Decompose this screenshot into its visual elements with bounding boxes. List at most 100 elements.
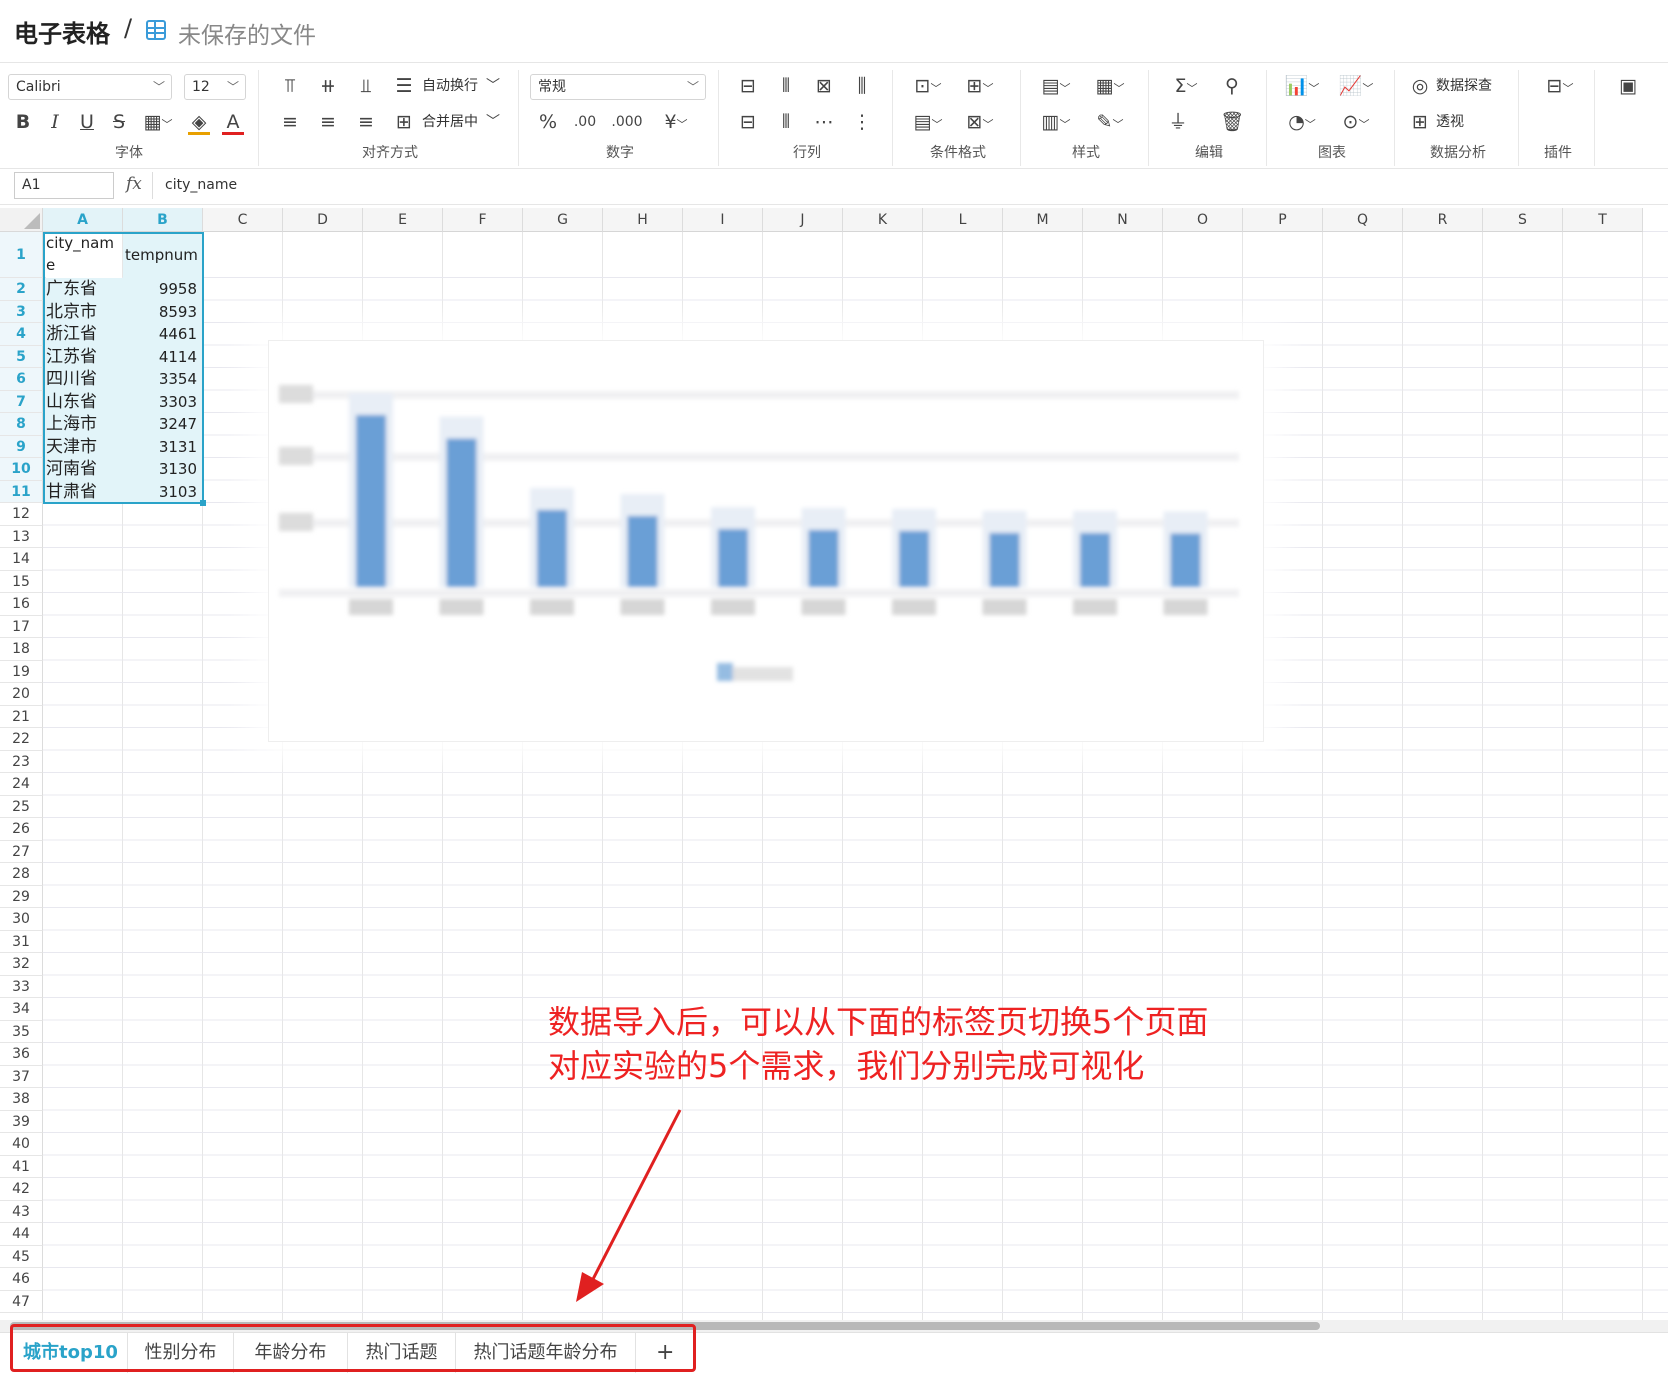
row-header-27[interactable]: 27 bbox=[0, 840, 43, 863]
row-header-7[interactable]: 7 bbox=[0, 390, 43, 413]
cell-b3[interactable]: 8593 bbox=[123, 300, 203, 323]
merge-center-button[interactable]: 合并居中 bbox=[422, 110, 478, 134]
row-header-19[interactable]: 19 bbox=[0, 660, 43, 683]
clear-icon[interactable]: 🗑 bbox=[1220, 110, 1244, 134]
cell-b4[interactable]: 4461 bbox=[123, 323, 203, 346]
column-header-k[interactable]: K bbox=[843, 208, 923, 232]
cell-b10[interactable]: 3130 bbox=[123, 458, 203, 481]
row-header-44[interactable]: 44 bbox=[0, 1223, 43, 1246]
column-header-p[interactable]: P bbox=[1243, 208, 1323, 232]
cell-b2[interactable]: 9958 bbox=[123, 278, 203, 301]
row-header-30[interactable]: 30 bbox=[0, 908, 43, 931]
font-size-select[interactable]: 12 ﹀ bbox=[184, 74, 246, 100]
align-center-icon[interactable]: ≡ bbox=[316, 110, 340, 134]
column-header-t[interactable]: T bbox=[1563, 208, 1643, 232]
cell-a8[interactable]: 上海市 bbox=[43, 413, 123, 436]
column-header-g[interactable]: G bbox=[523, 208, 603, 232]
row-header-31[interactable]: 31 bbox=[0, 930, 43, 953]
row-header-32[interactable]: 32 bbox=[0, 953, 43, 976]
row-header-13[interactable]: 13 bbox=[0, 525, 43, 548]
row-header-12[interactable]: 12 bbox=[0, 503, 43, 526]
row-header-26[interactable]: 26 bbox=[0, 818, 43, 841]
embedded-bar-chart[interactable] bbox=[268, 340, 1264, 742]
format-painter-icon[interactable]: ✎﹀ bbox=[1090, 110, 1130, 137]
column-header-s[interactable]: S bbox=[1483, 208, 1563, 232]
fill-handle[interactable] bbox=[200, 500, 206, 506]
pivot-icon[interactable]: ⊞ bbox=[1408, 110, 1432, 134]
cell-b11[interactable]: 3103 bbox=[123, 480, 203, 503]
row-header-8[interactable]: 8 bbox=[0, 413, 43, 436]
row-header-2[interactable]: 2 bbox=[0, 278, 43, 301]
font-color-icon[interactable]: A bbox=[222, 110, 244, 135]
row-header-5[interactable]: 5 bbox=[0, 345, 43, 368]
line-chart-icon[interactable]: 📈﹀ bbox=[1336, 74, 1376, 101]
row-header-23[interactable]: 23 bbox=[0, 750, 43, 773]
column-header-q[interactable]: Q bbox=[1323, 208, 1403, 232]
cell-b9[interactable]: 3131 bbox=[123, 435, 203, 458]
row-header-22[interactable]: 22 bbox=[0, 728, 43, 751]
more-charts-icon[interactable]: ⊙﹀ bbox=[1336, 110, 1376, 137]
cell-b6[interactable]: 3354 bbox=[123, 368, 203, 391]
column-header-n[interactable]: N bbox=[1083, 208, 1163, 232]
column-header-r[interactable]: R bbox=[1403, 208, 1483, 232]
column-header-e[interactable]: E bbox=[363, 208, 443, 232]
fill-color-icon[interactable]: ◈ bbox=[188, 110, 210, 135]
row-header-14[interactable]: 14 bbox=[0, 548, 43, 571]
pie-chart-icon[interactable]: ◔﹀ bbox=[1282, 110, 1322, 137]
row-header-43[interactable]: 43 bbox=[0, 1200, 43, 1223]
function-icon[interactable]: fx bbox=[126, 174, 142, 194]
column-header-o[interactable]: O bbox=[1163, 208, 1243, 232]
cell-a6[interactable]: 四川省 bbox=[43, 368, 123, 391]
collapse-ribbon-icon[interactable]: ▣ bbox=[1616, 74, 1640, 98]
cell-b1[interactable]: tempnum bbox=[123, 232, 203, 278]
row-header-40[interactable]: 40 bbox=[0, 1133, 43, 1156]
hide-row-icon[interactable]: ⊟ bbox=[736, 110, 760, 134]
row-header-11[interactable]: 11 bbox=[0, 480, 43, 503]
plugin-icon[interactable]: ⊟﹀ bbox=[1540, 74, 1580, 101]
percent-icon[interactable]: % bbox=[536, 110, 560, 134]
filter-icon[interactable]: ⏚ bbox=[1166, 110, 1190, 134]
row-height-icon[interactable]: ⋯ bbox=[812, 110, 836, 134]
cell-b8[interactable]: 3247 bbox=[123, 413, 203, 436]
row-header-36[interactable]: 36 bbox=[0, 1043, 43, 1066]
italic-icon[interactable]: I bbox=[44, 110, 66, 134]
column-header-h[interactable]: H bbox=[603, 208, 683, 232]
row-header-6[interactable]: 6 bbox=[0, 368, 43, 391]
wrap-text-button[interactable]: 自动换行 bbox=[422, 74, 478, 98]
bar-chart-icon[interactable]: 📊﹀ bbox=[1282, 74, 1322, 101]
insert-row-icon[interactable]: ⊟ bbox=[736, 74, 760, 98]
column-header-d[interactable]: D bbox=[283, 208, 363, 232]
merge-center-icon[interactable]: ⊞ bbox=[392, 110, 416, 134]
border-icon[interactable]: ▦﹀ bbox=[140, 110, 176, 137]
clear-rules-icon[interactable]: ⊠﹀ bbox=[960, 110, 1000, 137]
row-header-9[interactable]: 9 bbox=[0, 435, 43, 458]
row-header-4[interactable]: 4 bbox=[0, 323, 43, 346]
strikethrough-icon[interactable]: S bbox=[108, 110, 130, 134]
column-header-l[interactable]: L bbox=[923, 208, 1003, 232]
table-style-icon[interactable]: ▦﹀ bbox=[1090, 74, 1130, 101]
cell-a1[interactable]: city_nam e bbox=[46, 232, 122, 278]
cell-a4[interactable]: 浙江省 bbox=[43, 323, 123, 346]
insert-col-icon[interactable]: ⫴ bbox=[774, 74, 798, 98]
data-bars-icon[interactable]: ▤﹀ bbox=[908, 110, 948, 137]
chevron-down-icon[interactable]: ﹀ bbox=[486, 110, 500, 134]
increase-decimal-icon[interactable]: .000 bbox=[610, 110, 644, 134]
font-name-select[interactable]: Calibri ﹀ bbox=[8, 74, 172, 100]
number-format-select[interactable]: 常规 ﹀ bbox=[530, 74, 706, 100]
column-header-f[interactable]: F bbox=[443, 208, 523, 232]
chevron-down-icon[interactable]: ﹀ bbox=[486, 74, 500, 98]
find-icon[interactable]: ⚲ bbox=[1220, 74, 1244, 98]
formula-input[interactable]: city_name bbox=[165, 172, 237, 199]
row-header-20[interactable]: 20 bbox=[0, 683, 43, 706]
decrease-decimal-icon[interactable]: .00 bbox=[570, 110, 600, 134]
delete-row-icon[interactable]: ⊠ bbox=[812, 74, 836, 98]
cell-a7[interactable]: 山东省 bbox=[43, 390, 123, 413]
row-header-39[interactable]: 39 bbox=[0, 1110, 43, 1133]
row-header-41[interactable]: 41 bbox=[0, 1155, 43, 1178]
cell-a11[interactable]: 甘肃省 bbox=[43, 480, 123, 503]
cell-b7[interactable]: 3303 bbox=[123, 390, 203, 413]
hide-col-icon[interactable]: ⫴ bbox=[774, 110, 798, 134]
row-header-37[interactable]: 37 bbox=[0, 1065, 43, 1088]
align-middle-icon[interactable]: ⧺ bbox=[316, 74, 340, 98]
column-header-a[interactable]: A bbox=[43, 208, 123, 232]
